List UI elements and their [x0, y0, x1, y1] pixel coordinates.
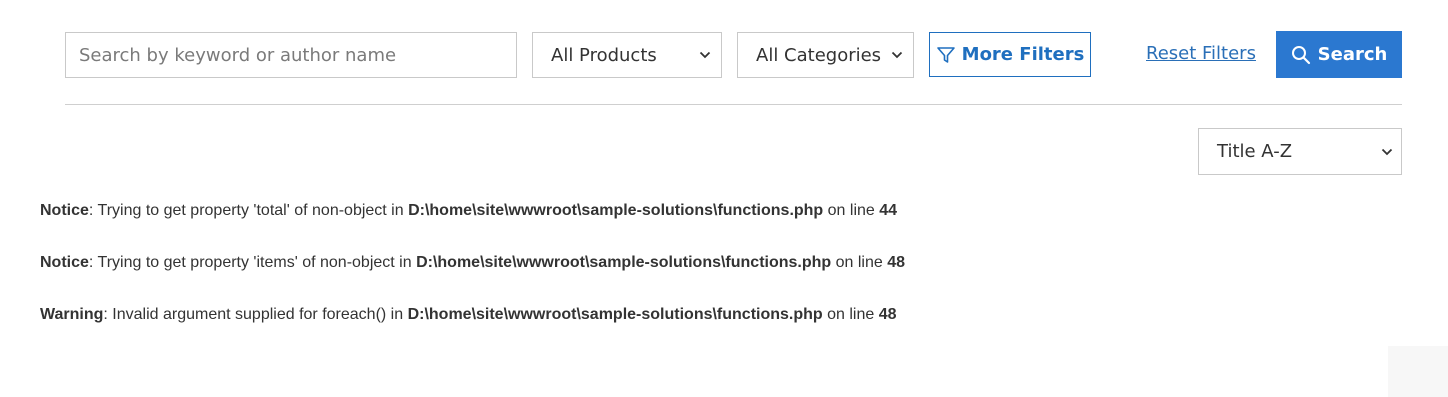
- search-button[interactable]: Search: [1276, 31, 1402, 78]
- search-icon: [1291, 45, 1310, 64]
- chevron-down-icon: [699, 51, 711, 59]
- products-select[interactable]: All Products: [532, 32, 722, 78]
- message-line-number: 48: [878, 306, 897, 323]
- sort-select[interactable]: Title A-Z: [1198, 128, 1402, 175]
- funnel-icon: [936, 46, 955, 63]
- message-on-line: on line: [823, 202, 880, 219]
- php-notice-message: Notice: Trying to get property 'total' o…: [40, 202, 897, 220]
- message-line-number: 44: [879, 202, 898, 219]
- php-notice-message: Notice: Trying to get property 'items' o…: [40, 254, 905, 272]
- php-warning-message: Warning: Invalid argument supplied for f…: [40, 306, 897, 324]
- sort-select-value: Title A-Z: [1217, 141, 1293, 162]
- categories-select[interactable]: All Categories: [737, 32, 914, 78]
- message-on-line: on line: [822, 306, 879, 323]
- more-filters-label: More Filters: [961, 44, 1085, 65]
- message-on-line: on line: [831, 254, 888, 271]
- chevron-down-icon: [891, 51, 903, 59]
- products-select-value: All Products: [551, 44, 657, 66]
- message-path: D:\home\site\wwwroot\sample-solutions\fu…: [408, 202, 824, 219]
- message-line-number: 48: [887, 254, 906, 271]
- search-input[interactable]: [65, 32, 517, 78]
- divider: [65, 104, 1402, 105]
- search-button-label: Search: [1317, 44, 1388, 65]
- more-filters-button[interactable]: More Filters: [929, 32, 1091, 77]
- message-text: : Invalid argument supplied for foreach(…: [103, 306, 408, 323]
- message-level: Warning: [40, 306, 104, 323]
- filter-bar: All Products All Categories More Filters…: [65, 31, 1402, 78]
- message-text: : Trying to get property 'items' of non-…: [88, 254, 417, 271]
- message-text: : Trying to get property 'total' of non-…: [88, 202, 409, 219]
- corner-widget: [1388, 346, 1448, 397]
- chevron-down-icon: [1381, 148, 1393, 155]
- reset-filters-link[interactable]: Reset Filters: [1146, 43, 1256, 64]
- message-path: D:\home\site\wwwroot\sample-solutions\fu…: [407, 306, 823, 323]
- message-level: Notice: [40, 202, 89, 219]
- page: All Products All Categories More Filters…: [0, 0, 1448, 397]
- categories-select-value: All Categories: [756, 44, 882, 66]
- message-level: Notice: [40, 254, 89, 271]
- message-path: D:\home\site\wwwroot\sample-solutions\fu…: [416, 254, 832, 271]
